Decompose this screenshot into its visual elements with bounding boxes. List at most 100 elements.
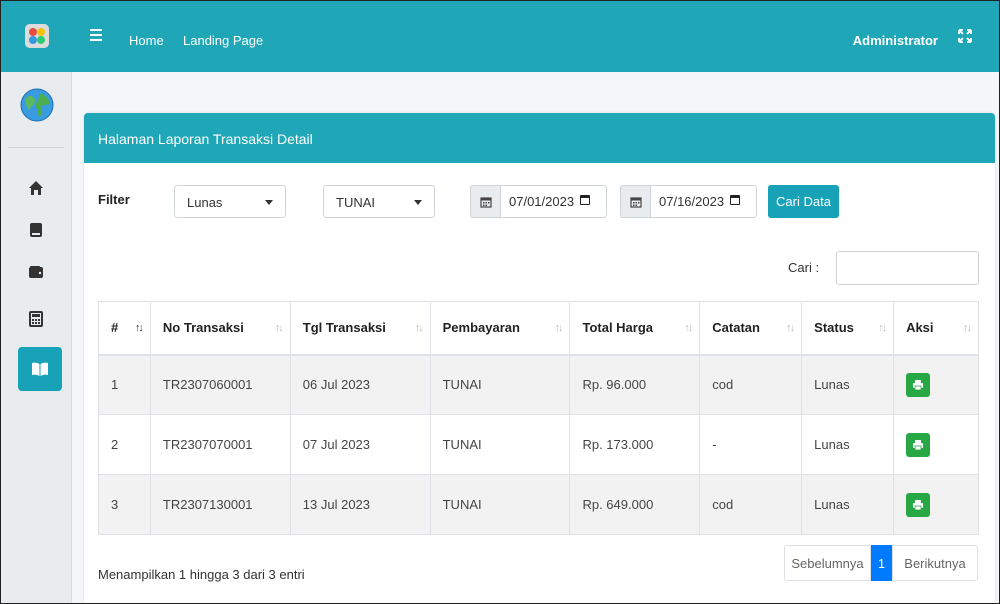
nav-home-link[interactable]: Home <box>129 33 164 48</box>
cell-number: 3 <box>98 474 151 535</box>
column-header-status[interactable]: Status ↑↓ <box>801 301 895 356</box>
table-header-row: # ↑↓ No Transaksi ↑↓ Tgl Transaksi ↑↓ Pemba… <box>98 301 979 356</box>
sidebar-divider <box>8 147 64 148</box>
cell-no-transaksi: TR2307130001 <box>149 474 291 535</box>
cell-number: 2 <box>98 414 151 475</box>
date-from-group: 07/01/2023 <box>470 185 607 218</box>
cell-tgl-transaksi: 06 Jul 2023 <box>289 354 431 415</box>
print-icon <box>913 439 924 450</box>
brand-area <box>0 0 72 72</box>
column-header-total-harga[interactable]: Total Harga ↑↓ <box>569 301 701 356</box>
cell-pembayaran: TUNAI <box>429 354 571 415</box>
sort-icon: ↑↓ <box>963 322 972 334</box>
pagination-prev-button[interactable]: Sebelumnya <box>784 545 871 581</box>
column-header-catatan[interactable]: Catatan ↑↓ <box>699 301 803 356</box>
column-header-tgl-transaksi[interactable]: Tgl Transaksi ↑↓ <box>289 301 431 356</box>
print-icon <box>913 499 924 510</box>
cell-tgl-transaksi: 07 Jul 2023 <box>289 414 431 475</box>
pagination-page-1[interactable]: 1 <box>871 545 892 581</box>
transactions-table: # ↑↓ No Transaksi ↑↓ Tgl Transaksi ↑↓ Pemba… <box>98 301 979 535</box>
nav-landing-page-link[interactable]: Landing Page <box>183 33 263 48</box>
cell-number: 1 <box>98 354 151 415</box>
cell-pembayaran: TUNAI <box>429 474 571 535</box>
print-icon <box>913 379 924 391</box>
date-from-input[interactable]: 07/01/2023 <box>500 185 607 218</box>
column-header-number[interactable]: # ↑↓ <box>98 301 151 356</box>
header-label: Pembayaran <box>442 320 520 336</box>
cell-pembayaran: TUNAI <box>429 414 571 475</box>
calendar-icon <box>470 185 500 218</box>
cell-catatan: cod <box>699 354 803 415</box>
column-header-no-transaksi[interactable]: No Transaksi ↑↓ <box>149 301 291 356</box>
wallet-icon[interactable] <box>22 258 50 286</box>
user-avatar-globe[interactable] <box>20 88 54 122</box>
cell-aksi <box>893 414 979 475</box>
payment-select-value: TUNAI <box>336 195 375 210</box>
calculator-icon[interactable] <box>22 305 50 333</box>
cell-status: Lunas <box>801 414 895 475</box>
sort-icon: ↑↓ <box>134 322 144 334</box>
status-select[interactable]: Lunas <box>174 185 286 218</box>
header-label: Total Harga <box>582 320 654 336</box>
brand-logo[interactable] <box>25 24 49 48</box>
sort-icon: ↑↓ <box>684 322 693 334</box>
print-button[interactable] <box>906 372 931 397</box>
cell-no-transaksi: TR2307060001 <box>149 354 291 415</box>
status-select-value: Lunas <box>187 195 223 210</box>
sort-icon: ↑↓ <box>786 322 795 334</box>
table-row: 3 TR2307130001 13 Jul 2023 TUNAI Rp. 649… <box>98 474 979 535</box>
date-from-value: 07/01/2023 <box>509 194 575 209</box>
filter-label: Filter <box>98 192 130 207</box>
search-data-button[interactable]: Cari Data <box>768 185 839 218</box>
table-row: 1 TR2307060001 06 Jul 2023 TUNAI Rp. 96.… <box>98 354 979 415</box>
date-picker-icon[interactable] <box>580 195 591 205</box>
pagination-next-button[interactable]: Berikutnya <box>892 545 978 581</box>
header-label: Status <box>814 320 854 336</box>
pagination: Sebelumnya 1 Berikutnya <box>784 545 978 581</box>
header-label: Aksi <box>906 320 934 336</box>
cell-tgl-transaksi: 13 Jul 2023 <box>289 474 431 535</box>
cell-catatan: - <box>699 414 803 475</box>
date-to-input[interactable]: 07/16/2023 <box>650 185 757 218</box>
payment-select[interactable]: TUNAI <box>323 185 435 218</box>
header-label: Catatan <box>712 320 760 336</box>
column-header-aksi[interactable]: Aksi ↑↓ <box>893 301 979 356</box>
chevron-down-icon <box>414 200 422 205</box>
column-header-pembayaran[interactable]: Pembayaran ↑↓ <box>429 301 571 356</box>
cell-status: Lunas <box>801 474 895 535</box>
book-icon[interactable] <box>22 216 50 244</box>
menu-toggle-icon[interactable] <box>90 29 102 41</box>
header-label: No Transaksi <box>162 320 244 336</box>
user-name[interactable]: Administrator <box>853 33 938 48</box>
sort-icon: ↑↓ <box>414 322 424 334</box>
print-button[interactable] <box>906 432 931 457</box>
cell-catatan: cod <box>699 474 803 535</box>
cell-no-transaksi: TR2307070001 <box>149 414 291 475</box>
print-button[interactable] <box>906 492 931 517</box>
open-book-icon[interactable] <box>18 347 62 391</box>
search-input[interactable] <box>836 251 979 285</box>
cell-status: Lunas <box>801 354 895 415</box>
home-icon[interactable] <box>22 174 50 202</box>
fullscreen-icon[interactable] <box>958 29 972 43</box>
sort-icon: ↑↓ <box>274 322 284 334</box>
header-label: Tgl Transaksi <box>302 320 386 336</box>
sort-icon: ↑↓ <box>554 322 563 334</box>
card-header: Halaman Laporan Transaksi Detail <box>84 113 995 163</box>
chevron-down-icon <box>265 200 273 205</box>
report-card: Halaman Laporan Transaksi Detail Filter … <box>84 113 995 604</box>
cell-total-harga: Rp. 96.000 <box>569 354 701 415</box>
date-to-value: 07/16/2023 <box>659 194 725 209</box>
cell-total-harga: Rp. 173.000 <box>569 414 701 475</box>
card-title: Halaman Laporan Transaksi Detail <box>98 131 313 147</box>
sidebar <box>0 0 72 604</box>
date-to-group: 07/16/2023 <box>620 185 757 218</box>
search-label: Cari : <box>788 260 820 275</box>
date-picker-icon[interactable] <box>730 195 741 205</box>
calendar-icon <box>620 185 650 218</box>
top-navbar: Home Landing Page Administrator <box>72 0 1000 72</box>
cell-aksi <box>893 474 979 535</box>
table-row: 2 TR2307070001 07 Jul 2023 TUNAI Rp. 173… <box>98 414 979 475</box>
cell-total-harga: Rp. 649.000 <box>569 474 701 535</box>
table-info-text: Menampilkan 1 hingga 3 dari 3 entri <box>98 567 305 582</box>
